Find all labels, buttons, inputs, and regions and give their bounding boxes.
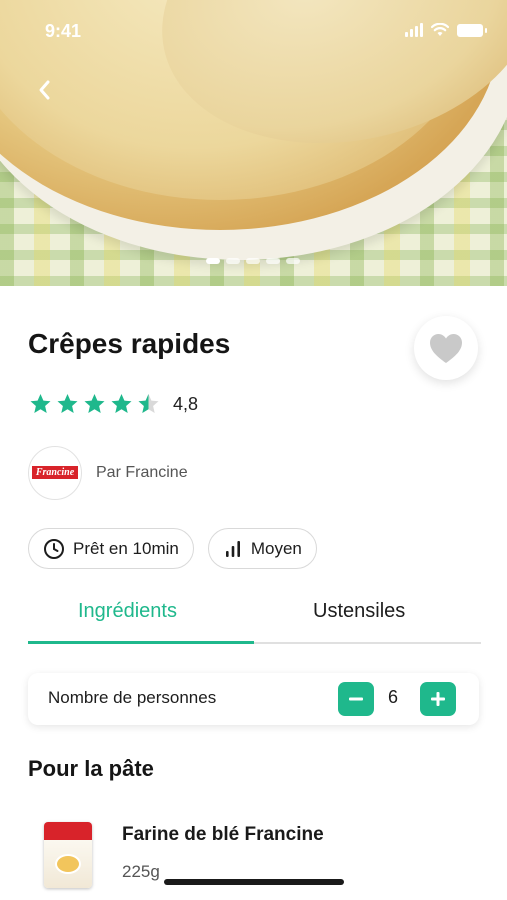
ingredient-quantity: 225g [122, 862, 160, 881]
carousel-pagination [206, 258, 300, 264]
wifi-icon [431, 23, 449, 36]
carousel-dot[interactable] [266, 258, 280, 264]
author-name: Par Francine [96, 464, 188, 481]
carousel-dot[interactable] [286, 258, 300, 264]
rating-value: 4,8 [173, 393, 199, 414]
back-button[interactable] [32, 76, 56, 104]
status-time: 9:41 [45, 21, 82, 41]
status-bar: 9:41 [0, 0, 507, 60]
active-tab-indicator [28, 641, 254, 644]
battery-icon [457, 23, 487, 37]
prep-time-label: Prêt en 10min [73, 538, 179, 558]
tab-ingredients[interactable]: Ingrédients [78, 600, 177, 623]
carousel-dot[interactable] [206, 258, 220, 264]
difficulty-chip: Moyen [207, 528, 317, 569]
brand-logo-text: Francine [31, 465, 79, 479]
recipe-tabs: Ingrédients Ustensiles [28, 588, 481, 644]
home-indicator [164, 879, 344, 885]
prep-time-chip: Prêt en 10min [28, 528, 194, 569]
increase-servings-button[interactable] [420, 682, 456, 716]
carousel-dot[interactable] [246, 258, 260, 264]
chevron-left-icon [39, 80, 50, 100]
heart-icon [430, 334, 462, 363]
star-icon [30, 394, 51, 413]
rating: 4,8 [28, 392, 198, 416]
servings-stepper: Nombre de personnes 6 [28, 673, 479, 725]
star-half-icon [138, 394, 159, 413]
author-logo: Francine [28, 446, 82, 500]
ingredient-image [44, 822, 92, 888]
clock-icon [44, 538, 64, 559]
recipe-hero-image[interactable]: 9:41 [0, 0, 507, 286]
difficulty-label: Moyen [250, 538, 302, 558]
star-icon [84, 394, 105, 413]
rating-stars [28, 392, 161, 416]
author[interactable]: Francine Par Francine [28, 446, 188, 500]
tab-ustensiles[interactable]: Ustensiles [313, 600, 405, 623]
recipe-details: Crêpes rapides 4,8 Francine Par Francine [0, 286, 507, 900]
minus-icon [349, 697, 363, 701]
recipe-title: Crêpes rapides [28, 328, 231, 359]
servings-count: 6 [388, 687, 399, 707]
difficulty-bars-icon [225, 540, 240, 557]
servings-label: Nombre de personnes [48, 688, 217, 707]
plus-icon [431, 692, 445, 706]
section-title: Pour la pâte [28, 756, 154, 781]
decrease-servings-button[interactable] [338, 682, 374, 716]
star-icon [57, 394, 78, 413]
star-icon [111, 394, 132, 413]
cellular-signal-icon [405, 23, 423, 37]
favorite-button[interactable] [414, 316, 478, 380]
carousel-dot[interactable] [226, 258, 240, 264]
ingredient-item[interactable]: Farine de blé Francine 225g [44, 818, 464, 898]
recipe-info-chips: Prêt en 10min Moyen [28, 528, 317, 569]
ingredient-name: Farine de blé Francine [122, 824, 324, 845]
